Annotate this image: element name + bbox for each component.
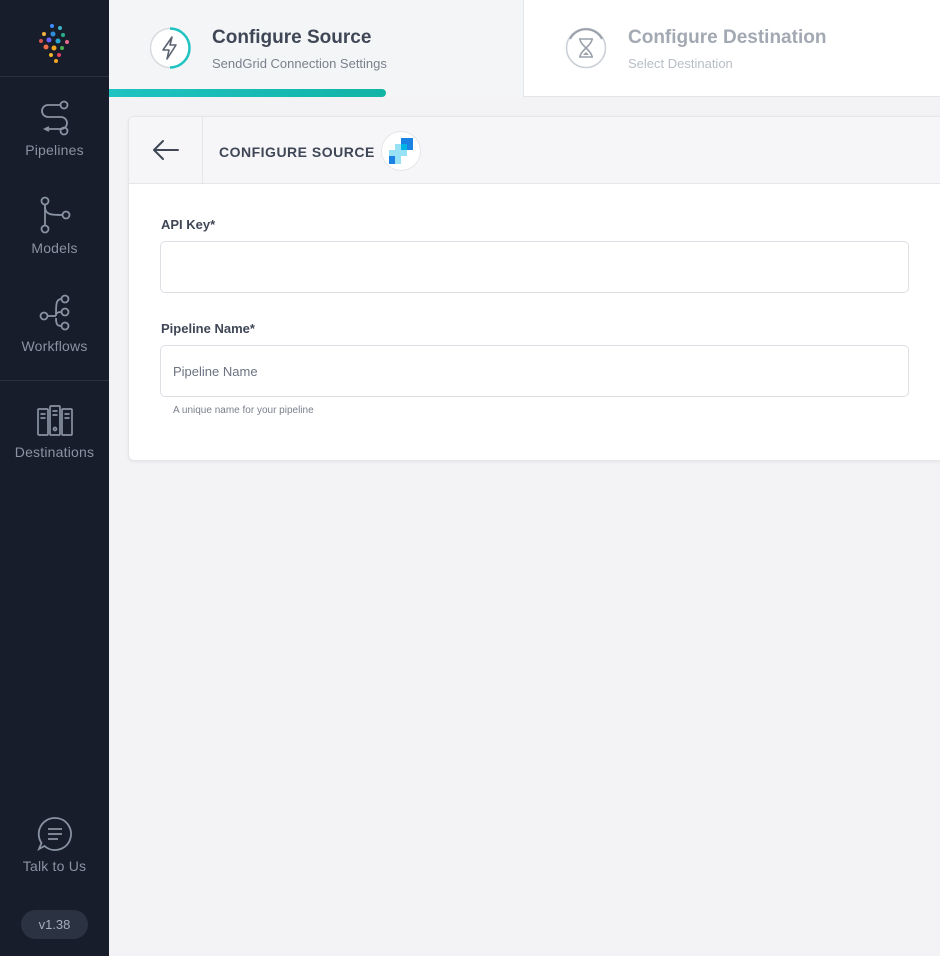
api-key-input[interactable] (160, 241, 909, 293)
step-title: Configure Destination (628, 27, 827, 48)
hourglass-icon (565, 27, 607, 69)
step-configure-source[interactable]: Configure Source SendGrid Connection Set… (109, 0, 524, 97)
sidebar-item-label: Models (31, 240, 78, 256)
workflows-icon (39, 294, 69, 331)
sidebar-item-talk-to-us[interactable]: Talk to Us (0, 816, 109, 874)
models-icon (40, 196, 70, 234)
step-subtitle: Select Destination (628, 56, 733, 71)
pipeline-name-label: Pipeline Name* (161, 321, 255, 336)
api-key-label: API Key* (161, 217, 216, 232)
step-progress-bar (109, 89, 386, 97)
pipelines-icon (40, 100, 68, 136)
sendgrid-logo (381, 131, 421, 171)
sidebar-item-label: Workflows (21, 338, 88, 354)
app-logo-icon (38, 24, 69, 63)
sidebar-item-destinations[interactable]: Destinations (0, 404, 109, 460)
step-title: Configure Source (212, 27, 372, 48)
configure-source-card: CONFIGURE SOURCE API Key* Pipeline Name*… (128, 116, 940, 461)
pipeline-name-input[interactable] (160, 345, 909, 397)
sidebar-item-workflows[interactable]: Workflows (0, 294, 109, 354)
destinations-icon (36, 405, 73, 436)
lightning-icon (149, 27, 191, 69)
pipeline-name-hint: A unique name for your pipeline (173, 405, 314, 416)
chat-icon (36, 817, 72, 852)
sidebar-item-pipelines[interactable]: Pipelines (0, 100, 109, 158)
card-header: CONFIGURE SOURCE (129, 117, 940, 184)
arrow-left-icon (152, 140, 179, 160)
app-logo[interactable] (0, 0, 109, 77)
card-title: CONFIGURE SOURCE (219, 144, 375, 160)
sendgrid-logo-icon (389, 138, 413, 164)
step-subtitle: SendGrid Connection Settings (212, 56, 387, 71)
sidebar-item-label: Destinations (14, 444, 95, 460)
sidebar-item-models[interactable]: Models (0, 196, 109, 256)
sidebar-item-label: Pipelines (25, 142, 84, 158)
sidebar-item-label: Talk to Us (22, 858, 87, 874)
sidebar: Pipelines Models Workflows Destinations … (0, 0, 109, 956)
stepper: Configure Source SendGrid Connection Set… (109, 0, 940, 97)
sidebar-divider (0, 380, 109, 381)
step-configure-destination[interactable]: Configure Destination Select Destination (524, 0, 940, 97)
version-badge: v1.38 (21, 910, 88, 939)
back-button[interactable] (129, 117, 203, 183)
